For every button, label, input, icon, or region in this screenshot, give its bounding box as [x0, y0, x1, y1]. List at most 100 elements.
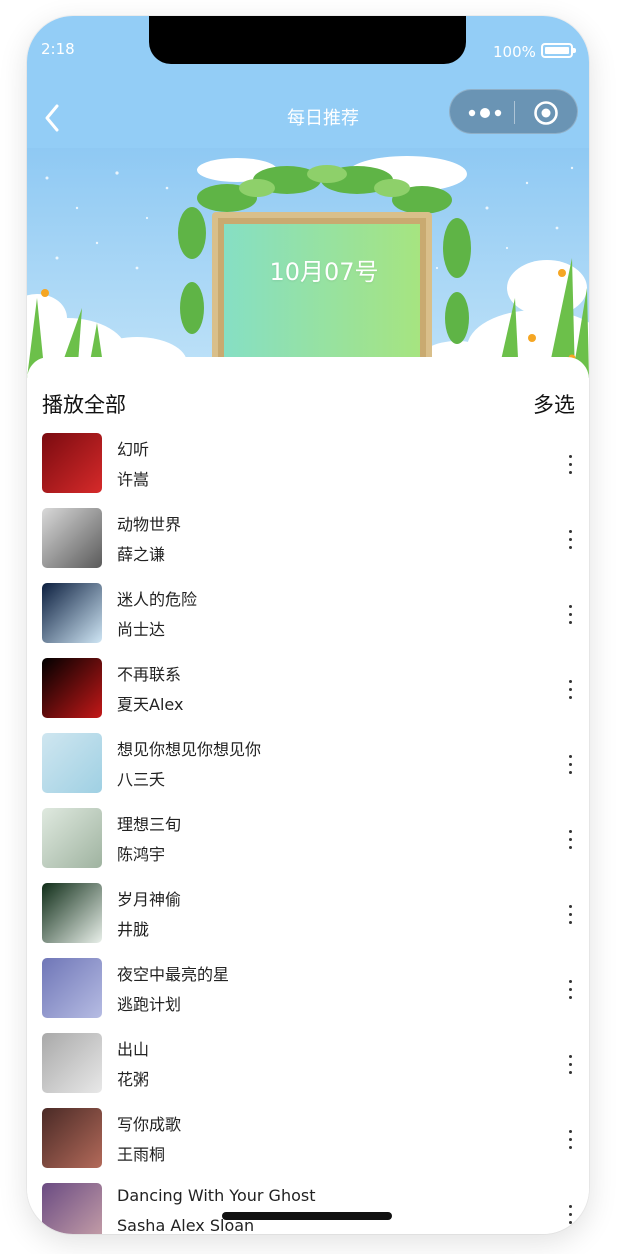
kebab-dot-icon [568, 995, 572, 999]
kebab-dot-icon [568, 987, 572, 991]
kebab-dot-icon [568, 912, 572, 916]
banner-date: 10月07号 [269, 258, 379, 286]
kebab-dot-icon [568, 529, 572, 533]
kebab-dot-icon [568, 920, 572, 924]
kebab-dot-icon [568, 770, 572, 774]
song-row[interactable]: 出山 花粥 [27, 1033, 589, 1108]
kebab-dot-icon [568, 1062, 572, 1066]
song-title: 出山 [117, 1040, 150, 1059]
battery-percentage: 100% [493, 43, 536, 61]
kebab-dot-icon [568, 545, 572, 549]
album-cover [42, 1108, 102, 1168]
kebab-dot-icon [568, 1137, 572, 1141]
kebab-dot-icon [568, 762, 572, 766]
kebab-dot-icon [568, 462, 572, 466]
album-cover [42, 658, 102, 718]
song-artist: 许嵩 [117, 470, 150, 489]
play-all-button[interactable]: 播放全部 [42, 389, 126, 419]
song-artist: 逃跑计划 [117, 995, 182, 1014]
kebab-dot-icon [568, 679, 572, 683]
more-button[interactable] [460, 90, 510, 135]
kebab-dot-icon [568, 904, 572, 908]
more-dots-icon [468, 107, 502, 118]
status-time: 2:18 [41, 40, 75, 58]
song-row[interactable]: 理想三旬 陈鸿宇 [27, 808, 589, 883]
song-row[interactable]: 动物世界 薛之谦 [27, 508, 589, 583]
close-miniprogram-button[interactable] [526, 90, 566, 135]
song-menu-button[interactable] [557, 1049, 583, 1079]
kebab-dot-icon [568, 1220, 572, 1224]
song-row[interactable]: 写你成歌 王雨桐 [27, 1108, 589, 1183]
kebab-dot-icon [568, 537, 572, 541]
kebab-dot-icon [568, 620, 572, 624]
battery-icon [541, 43, 576, 58]
kebab-dot-icon [568, 695, 572, 699]
song-title: 迷人的危险 [117, 590, 198, 609]
song-menu-button[interactable] [557, 974, 583, 1004]
song-artist: 井胧 [117, 920, 150, 939]
multi-select-button[interactable]: 多选 [533, 389, 575, 419]
song-title: 岁月神偷 [117, 890, 182, 909]
kebab-dot-icon [568, 1054, 572, 1058]
song-title: 幻听 [117, 440, 150, 459]
album-cover [42, 883, 102, 943]
song-menu-button[interactable] [557, 899, 583, 929]
song-artist: 尚士达 [117, 620, 166, 639]
song-row[interactable]: 迷人的危险 尚士达 [27, 583, 589, 658]
kebab-dot-icon [568, 1145, 572, 1149]
album-cover [42, 1183, 102, 1234]
target-circle-icon [534, 100, 558, 125]
song-row[interactable]: 不再联系夏天Alex [27, 658, 589, 733]
kebab-dot-icon [568, 470, 572, 474]
song-row[interactable]: Dancing With Your Ghost Sasha Alex Sloan [27, 1183, 589, 1234]
album-cover [42, 1033, 102, 1093]
capsule-divider [514, 101, 515, 124]
kebab-dot-icon [568, 845, 572, 849]
song-menu-button[interactable] [557, 1199, 583, 1229]
kebab-dot-icon [568, 979, 572, 983]
song-list-panel: 播放全部 多选 幻听 许嵩 动物世界 薛之谦 迷人的危险 尚士达 不再联系 夏天Alex 想见你… [27, 357, 589, 1234]
album-cover [42, 733, 102, 793]
mini-program-capsule [449, 89, 578, 134]
kebab-dot-icon [568, 1129, 572, 1133]
song-row[interactable]: 想见你想见你想见你 八三夭 [27, 733, 589, 808]
song-artist: 薛之谦 [117, 545, 166, 564]
song-artist: 王雨桐 [117, 1145, 166, 1164]
song-row[interactable]: 夜空中最亮的星 逃跑计划 [27, 958, 589, 1033]
song-title: 写你成歌 [117, 1115, 182, 1134]
kebab-dot-icon [568, 454, 572, 458]
kebab-dot-icon [568, 1204, 572, 1208]
album-cover [42, 583, 102, 643]
album-cover [42, 958, 102, 1018]
album-cover [42, 508, 102, 568]
album-cover [42, 433, 102, 493]
kebab-dot-icon [568, 837, 572, 841]
kebab-dot-icon [568, 829, 572, 833]
song-menu-button[interactable] [557, 674, 583, 704]
daily-banner: 10月07号 [27, 148, 589, 378]
song-title: 想见你想见你想见你 [117, 740, 262, 759]
song-artist: 八三夭 [117, 770, 166, 789]
song-artist: 花粥 [117, 1070, 150, 1089]
song-title: 动物世界 [117, 515, 182, 534]
song-row[interactable]: 幻听 许嵩 [27, 433, 589, 508]
song-title: Dancing With Your Ghost [117, 1186, 316, 1205]
song-menu-button[interactable] [557, 449, 583, 479]
song-menu-button[interactable] [557, 599, 583, 629]
song-title: 夜空中最亮的星 [117, 965, 230, 984]
kebab-dot-icon [568, 1212, 572, 1216]
song-menu-button[interactable] [557, 1124, 583, 1154]
song-menu-button[interactable] [557, 524, 583, 554]
song-artist: 陈鸿宇 [117, 845, 166, 864]
song-row[interactable]: 岁月神偷 井胧 [27, 883, 589, 958]
song-menu-button[interactable] [557, 749, 583, 779]
song-title: 理想三旬 [117, 815, 182, 834]
home-indicator [222, 1212, 392, 1220]
song-menu-button[interactable] [557, 824, 583, 854]
song-title: 不再联系 [117, 665, 182, 684]
kebab-dot-icon [568, 754, 572, 758]
album-cover [42, 808, 102, 868]
kebab-dot-icon [568, 604, 572, 608]
notch [149, 16, 466, 64]
song-artist: 夏天Alex [117, 695, 184, 714]
